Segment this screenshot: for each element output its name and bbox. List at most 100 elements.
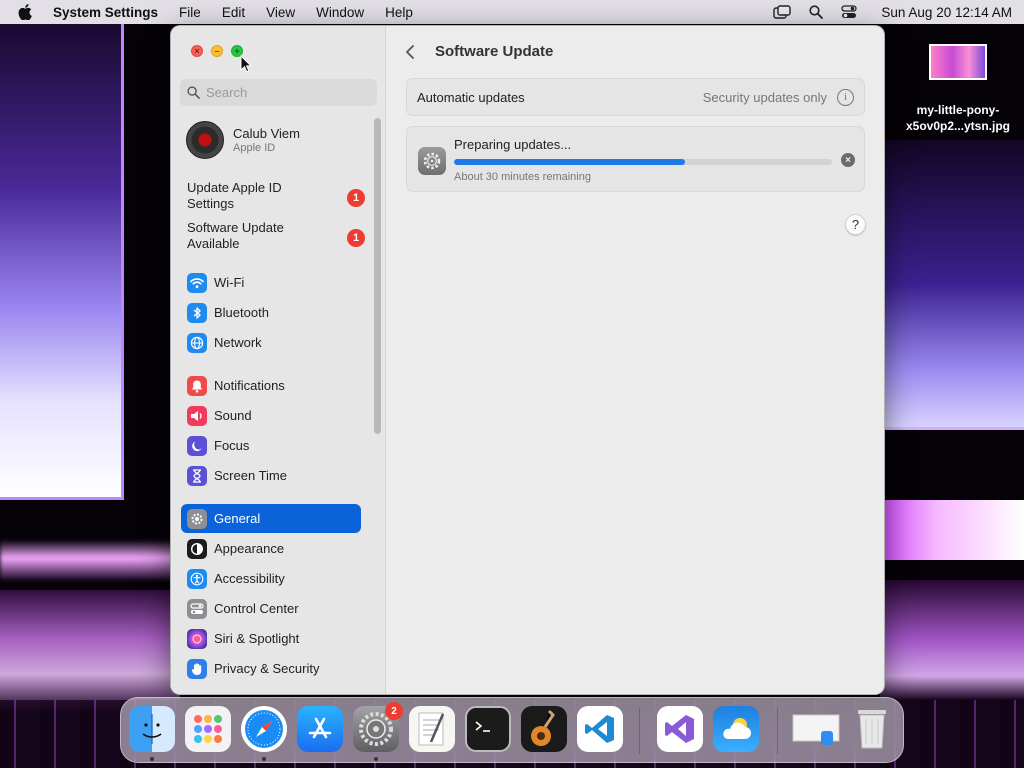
sidebar-item-label: Control Center bbox=[214, 601, 299, 616]
menu-bar: System Settings File Edit View Window He… bbox=[0, 0, 1024, 24]
menu-edit[interactable]: Edit bbox=[222, 5, 245, 20]
automatic-updates-label: Automatic updates bbox=[417, 89, 525, 105]
search-input[interactable] bbox=[206, 85, 366, 100]
bell-icon bbox=[187, 375, 207, 396]
dock: 2 bbox=[120, 697, 904, 763]
dock-terminal-icon[interactable] bbox=[465, 706, 511, 752]
menu-app-name[interactable]: System Settings bbox=[53, 5, 158, 20]
avatar bbox=[186, 121, 224, 159]
sidebar-alert-apple-id[interactable]: Update Apple ID Settings 1 bbox=[187, 180, 372, 212]
dock-garageband-icon[interactable] bbox=[521, 706, 567, 752]
update-progress-card: Preparing updates... About 30 minutes re… bbox=[406, 126, 865, 192]
screen-mirroring-icon[interactable] bbox=[773, 5, 792, 19]
dock-separator bbox=[777, 708, 778, 754]
dock-finder-icon[interactable] bbox=[129, 706, 175, 752]
menu-clock[interactable]: Sun Aug 20 12:14 AM bbox=[881, 5, 1012, 20]
siri-icon bbox=[187, 628, 207, 649]
automatic-updates-value: Security updates only bbox=[702, 89, 827, 105]
sidebar-item-label: Appearance bbox=[214, 541, 285, 556]
sidebar-item-privacy-security[interactable]: Privacy & Security bbox=[181, 654, 361, 683]
mouse-cursor-icon bbox=[240, 55, 252, 73]
sidebar-item-wifi[interactable]: Wi-Fi bbox=[181, 268, 361, 297]
dock-visual-studio-icon[interactable] bbox=[657, 706, 703, 752]
sidebar-item-accessibility[interactable]: Accessibility bbox=[181, 564, 361, 593]
running-indicator bbox=[374, 757, 378, 761]
bluetooth-icon bbox=[187, 302, 207, 323]
sidebar-item-label: Accessibility bbox=[214, 571, 285, 586]
back-button[interactable] bbox=[405, 42, 421, 62]
dock-trash-icon[interactable] bbox=[849, 706, 895, 752]
sidebar-item-sound[interactable]: Sound bbox=[181, 401, 361, 430]
update-status-title: Preparing updates... bbox=[454, 137, 572, 152]
page-title: Software Update bbox=[435, 43, 554, 60]
dock-launchpad-icon[interactable] bbox=[185, 706, 231, 752]
sidebar-item-label: Bluetooth bbox=[214, 305, 269, 320]
sidebar-item-screen-time[interactable]: Screen Time bbox=[181, 461, 361, 490]
account-subtitle: Apple ID bbox=[233, 142, 276, 154]
sidebar-item-label: Privacy & Security bbox=[214, 661, 320, 676]
sidebar-item-label: Network bbox=[214, 335, 262, 350]
moon-icon bbox=[187, 435, 207, 456]
running-indicator bbox=[150, 757, 154, 761]
menu-window[interactable]: Window bbox=[316, 5, 364, 20]
notification-badge: 1 bbox=[347, 189, 365, 207]
sidebar-scrollbar[interactable] bbox=[374, 118, 381, 434]
menu-file[interactable]: File bbox=[179, 5, 201, 20]
automatic-updates-row: Automatic updates Security updates only … bbox=[406, 78, 865, 116]
sidebar-item-label: Notifications bbox=[214, 378, 285, 393]
search-icon bbox=[187, 86, 200, 99]
sidebar-alert-software-update[interactable]: Software Update Available 1 bbox=[187, 220, 372, 252]
sidebar-item-label: Sound bbox=[214, 408, 252, 423]
sidebar-item-focus[interactable]: Focus bbox=[181, 431, 361, 460]
desktop-file-name-line1: my-little-pony- bbox=[916, 103, 1000, 117]
control-center-icon[interactable] bbox=[841, 5, 858, 19]
content-pane: Software Update Automatic updates Securi… bbox=[387, 26, 884, 694]
sidebar-item-control-center[interactable]: Control Center bbox=[181, 594, 361, 623]
sidebar-item-notifications[interactable]: Notifications bbox=[181, 371, 361, 400]
sidebar-item-label: General bbox=[214, 511, 261, 526]
speaker-icon bbox=[187, 405, 207, 426]
info-icon[interactable]: i bbox=[837, 88, 854, 106]
menu-help[interactable]: Help bbox=[385, 5, 413, 20]
close-window-button[interactable]: × bbox=[191, 45, 203, 57]
gear-icon bbox=[187, 508, 207, 529]
sidebar-item-label: Screen Time bbox=[214, 468, 287, 483]
chevron-left-icon bbox=[406, 45, 414, 59]
sidebar-item-siri-spotlight[interactable]: Siri & Spotlight bbox=[181, 624, 361, 653]
dock-safari-icon[interactable] bbox=[241, 706, 287, 752]
desktop-file-icon[interactable]: my-little-pony- x5ov0p2...ytsn.jpg bbox=[896, 44, 1020, 134]
update-time-remaining: About 30 minutes remaining bbox=[454, 171, 591, 183]
dock-notification-badge: 2 bbox=[385, 702, 403, 720]
desktop-file-name-line2: x5ov0p2...ytsn.jpg bbox=[905, 119, 1011, 133]
menu-view[interactable]: View bbox=[266, 5, 295, 20]
update-progress-fill bbox=[454, 159, 685, 165]
sidebar-item-label: Focus bbox=[214, 438, 250, 453]
software-update-gear-icon bbox=[418, 147, 446, 175]
cancel-update-button[interactable]: × bbox=[841, 153, 855, 167]
help-button[interactable]: ? bbox=[845, 214, 866, 235]
account-name: Calub Viem bbox=[233, 126, 300, 141]
apple-id-account[interactable]: Calub Viem Apple ID bbox=[186, 121, 300, 159]
sidebar-item-label: Wi-Fi bbox=[214, 275, 245, 290]
update-progress-bar bbox=[454, 159, 832, 165]
sidebar-item-general[interactable]: General bbox=[181, 504, 361, 533]
dock-weather-icon[interactable] bbox=[713, 706, 759, 752]
sidebar-item-bluetooth[interactable]: Bluetooth bbox=[181, 298, 361, 327]
dock-separator bbox=[639, 708, 640, 754]
sidebar-item-label: Siri & Spotlight bbox=[214, 631, 300, 646]
sidebar-search-field[interactable] bbox=[180, 79, 377, 106]
apple-menu-icon[interactable] bbox=[18, 4, 34, 20]
dock-textedit-icon[interactable] bbox=[409, 706, 455, 752]
alert-label: Software Update Available bbox=[187, 220, 284, 251]
spotlight-search-icon[interactable] bbox=[809, 5, 824, 19]
dock-vscode-icon[interactable] bbox=[577, 706, 623, 752]
minimize-window-button[interactable]: – bbox=[211, 45, 223, 57]
sidebar-item-network[interactable]: Network bbox=[181, 328, 361, 357]
dock-preview-icon[interactable] bbox=[791, 706, 843, 752]
sidebar-item-appearance[interactable]: Appearance bbox=[181, 534, 361, 563]
sidebar: × – + Calub Viem Apple ID Update Apple I… bbox=[171, 26, 386, 694]
control-center-icon bbox=[187, 598, 207, 619]
dock-app-store-icon[interactable] bbox=[297, 706, 343, 752]
alert-label: Update Apple ID Settings bbox=[187, 180, 282, 211]
hourglass-icon bbox=[187, 465, 207, 486]
